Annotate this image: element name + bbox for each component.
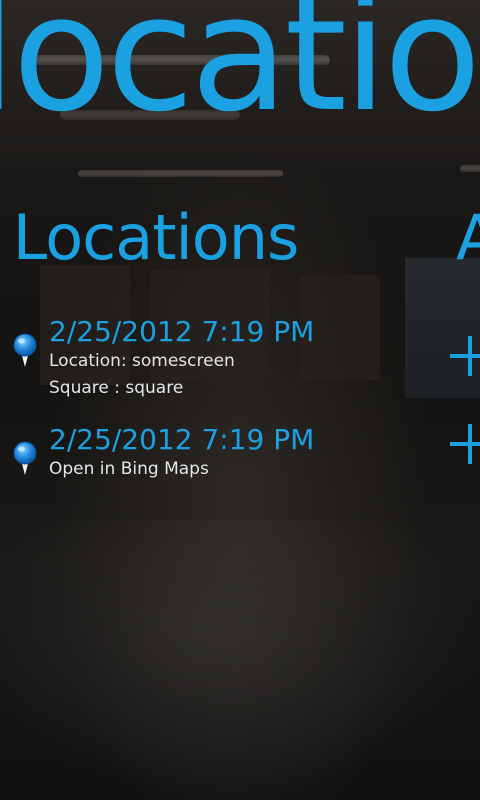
map-pin-icon [10, 440, 40, 476]
map-pin-icon [10, 332, 40, 368]
location-timestamp: 2/25/2012 7:19 PM [49, 315, 315, 348]
panorama-page: locations ' Locations A 2/25/2012 7:19 P… [0, 0, 480, 800]
background-floor [0, 520, 480, 800]
panorama-title: locations [0, 0, 480, 147]
add-icon[interactable] [450, 336, 480, 376]
section-header-label: Locations [12, 201, 300, 274]
add-icon[interactable] [450, 424, 480, 464]
section-header: ' Locations [0, 205, 300, 270]
open-in-bing-maps-link[interactable]: Open in Bing Maps [49, 456, 314, 483]
background-door [405, 258, 480, 398]
location-detail: Location: somescreen [49, 351, 235, 372]
background-ceiling-light [460, 165, 480, 172]
background-ceiling-light [78, 170, 283, 177]
location-timestamp: 2/25/2012 7:19 PM [49, 423, 315, 456]
location-detail: Square : square [49, 378, 184, 399]
next-section-header[interactable]: A [456, 205, 480, 270]
